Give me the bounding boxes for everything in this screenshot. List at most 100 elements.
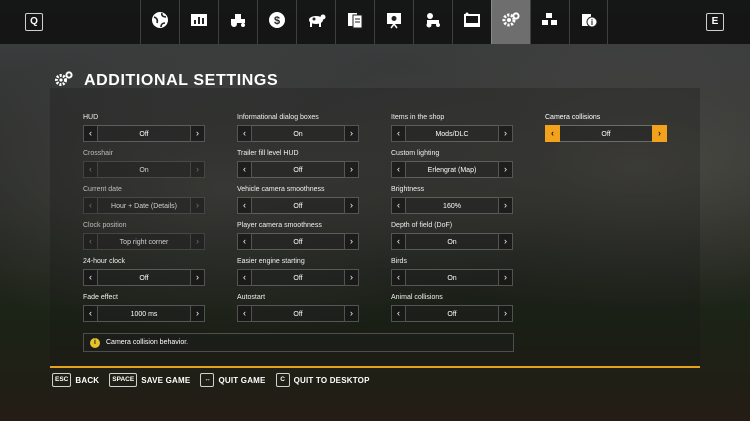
tab-contracts[interactable]: [335, 0, 374, 44]
setting-label: Items in the shop: [391, 114, 445, 121]
arrow-right-button[interactable]: ›: [344, 269, 359, 286]
setting-label: 24-hour clock: [83, 258, 126, 265]
tab-animals[interactable]: [296, 0, 335, 44]
arrow-left-button[interactable]: ‹: [83, 269, 98, 286]
option-selector[interactable]: ‹ 160% ›: [391, 197, 513, 214]
option-value: Off: [252, 197, 344, 214]
arrow-right-button[interactable]: ›: [344, 125, 359, 142]
setting-fade-effect: Fade effect ‹ 1000 ms ›: [83, 292, 205, 322]
arrow-right-button: ›: [190, 197, 205, 214]
option-selector[interactable]: ‹ Mods/DLC ›: [391, 125, 513, 142]
quit-to-desktop-button[interactable]: QUIT TO DESKTOP: [294, 376, 370, 385]
option-selector[interactable]: ‹ Off ›: [237, 269, 359, 286]
tab-display[interactable]: [452, 0, 491, 44]
tab-statistics[interactable]: [179, 0, 218, 44]
info-icon: i: [579, 10, 599, 35]
setting-brightness: Brightness ‹ 160% ›: [391, 184, 513, 214]
arrow-left-button[interactable]: ‹: [391, 233, 406, 250]
arrow-left-button[interactable]: ‹: [237, 233, 252, 250]
option-selector[interactable]: ‹ Off ›: [237, 161, 359, 178]
option-selector[interactable]: ‹ Off ›: [237, 197, 359, 214]
setting-label: Informational dialog boxes: [237, 114, 319, 121]
tab-vehicles[interactable]: [218, 0, 257, 44]
arrow-left-button[interactable]: ‹: [391, 305, 406, 322]
setting-vehicle-camera-smoothness: Vehicle camera smoothness ‹ Off ›: [237, 184, 359, 214]
tab-help[interactable]: [374, 0, 413, 44]
option-selector[interactable]: ‹ Off ›: [83, 125, 205, 142]
option-value: Off: [560, 125, 652, 142]
option-value: On: [406, 269, 498, 286]
setting-label: Easier engine starting: [237, 258, 305, 265]
arrow-right-button[interactable]: ›: [498, 125, 513, 142]
arrow-left-button[interactable]: ‹: [83, 305, 98, 322]
arrow-left-button[interactable]: ‹: [391, 197, 406, 214]
arrow-left-button: ‹: [83, 233, 98, 250]
quit-game-button[interactable]: QUIT GAME: [218, 376, 265, 385]
option-selector[interactable]: ‹ On ›: [237, 125, 359, 142]
arrow-left-button[interactable]: ‹: [237, 305, 252, 322]
next-page-key[interactable]: E: [706, 13, 724, 31]
tab-finances[interactable]: $: [257, 0, 296, 44]
option-selector[interactable]: ‹ Off ›: [391, 305, 513, 322]
setting-label: Fade effect: [83, 294, 118, 301]
vehicle-settings-icon: [423, 10, 443, 35]
setting-player-camera-smoothness: Player camera smoothness ‹ Off ›: [237, 220, 359, 250]
option-selector[interactable]: ‹ On ›: [391, 269, 513, 286]
arrow-left-button[interactable]: ‹: [237, 125, 252, 142]
arrow-right-button[interactable]: ›: [498, 305, 513, 322]
option-selector[interactable]: ‹ Erlengrat (Map) ›: [391, 161, 513, 178]
arrow-right-button[interactable]: ›: [498, 161, 513, 178]
save-game-button[interactable]: SAVE GAME: [141, 376, 190, 385]
option-value: Hour + Date (Details): [98, 197, 190, 214]
arrow-left-button[interactable]: ‹: [83, 125, 98, 142]
quit-to-desktop-key[interactable]: C: [275, 373, 290, 387]
setting-label: Birds: [391, 258, 407, 265]
production-icon: [540, 10, 560, 35]
setting-label: Vehicle camera smoothness: [237, 186, 325, 193]
arrow-left-button[interactable]: ‹: [391, 161, 406, 178]
arrow-left-button[interactable]: ‹: [237, 269, 252, 286]
tab-info[interactable]: i: [569, 0, 608, 44]
arrow-right-button[interactable]: ›: [498, 197, 513, 214]
tab-map[interactable]: [140, 0, 179, 44]
tab-production[interactable]: [530, 0, 569, 44]
arrow-right-button[interactable]: ›: [190, 125, 205, 142]
back-button[interactable]: BACK: [75, 376, 99, 385]
setting-label: Crosshair: [83, 150, 113, 157]
option-value: Mods/DLC: [406, 125, 498, 142]
tractor-icon: [228, 10, 248, 35]
arrow-right-button[interactable]: ›: [498, 269, 513, 286]
option-selector[interactable]: ‹ On ›: [391, 233, 513, 250]
page-title-text: ADDITIONAL SETTINGS: [84, 72, 279, 89]
save-game-key[interactable]: SPACE: [109, 373, 138, 387]
setting-label: Depth of field (DoF): [391, 222, 453, 229]
arrow-right-button[interactable]: ›: [652, 125, 667, 142]
option-selector[interactable]: ‹ Off ›: [237, 233, 359, 250]
prev-page-key[interactable]: Q: [25, 13, 43, 31]
arrow-right-button[interactable]: ›: [190, 305, 205, 322]
option-selector: ‹ Top right corner ›: [83, 233, 205, 250]
arrow-right-button[interactable]: ›: [344, 161, 359, 178]
arrow-left-button[interactable]: ‹: [391, 125, 406, 142]
quit-game-key[interactable]: ↔: [200, 373, 215, 387]
svg-text:$: $: [274, 15, 280, 27]
back-key[interactable]: ESC: [52, 373, 72, 387]
arrow-left-button[interactable]: ‹: [391, 269, 406, 286]
tab-settings[interactable]: [491, 0, 530, 44]
option-selector[interactable]: ‹ Off ›: [83, 269, 205, 286]
option-selector[interactable]: ‹ Off ›: [545, 125, 667, 142]
arrow-right-button[interactable]: ›: [344, 197, 359, 214]
option-selector[interactable]: ‹ Off ›: [237, 305, 359, 322]
arrow-right-button[interactable]: ›: [498, 233, 513, 250]
option-selector[interactable]: ‹ 1000 ms ›: [83, 305, 205, 322]
option-value: Top right corner: [98, 233, 190, 250]
arrow-left-button[interactable]: ‹: [237, 161, 252, 178]
arrow-left-button[interactable]: ‹: [237, 197, 252, 214]
arrow-right-button[interactable]: ›: [344, 233, 359, 250]
arrow-right-button[interactable]: ›: [344, 305, 359, 322]
tab-vehicle-settings[interactable]: [413, 0, 452, 44]
arrow-right-button[interactable]: ›: [190, 269, 205, 286]
arrow-left-button[interactable]: ‹: [545, 125, 560, 142]
stats-icon: [189, 10, 209, 35]
option-value: On: [98, 161, 190, 178]
